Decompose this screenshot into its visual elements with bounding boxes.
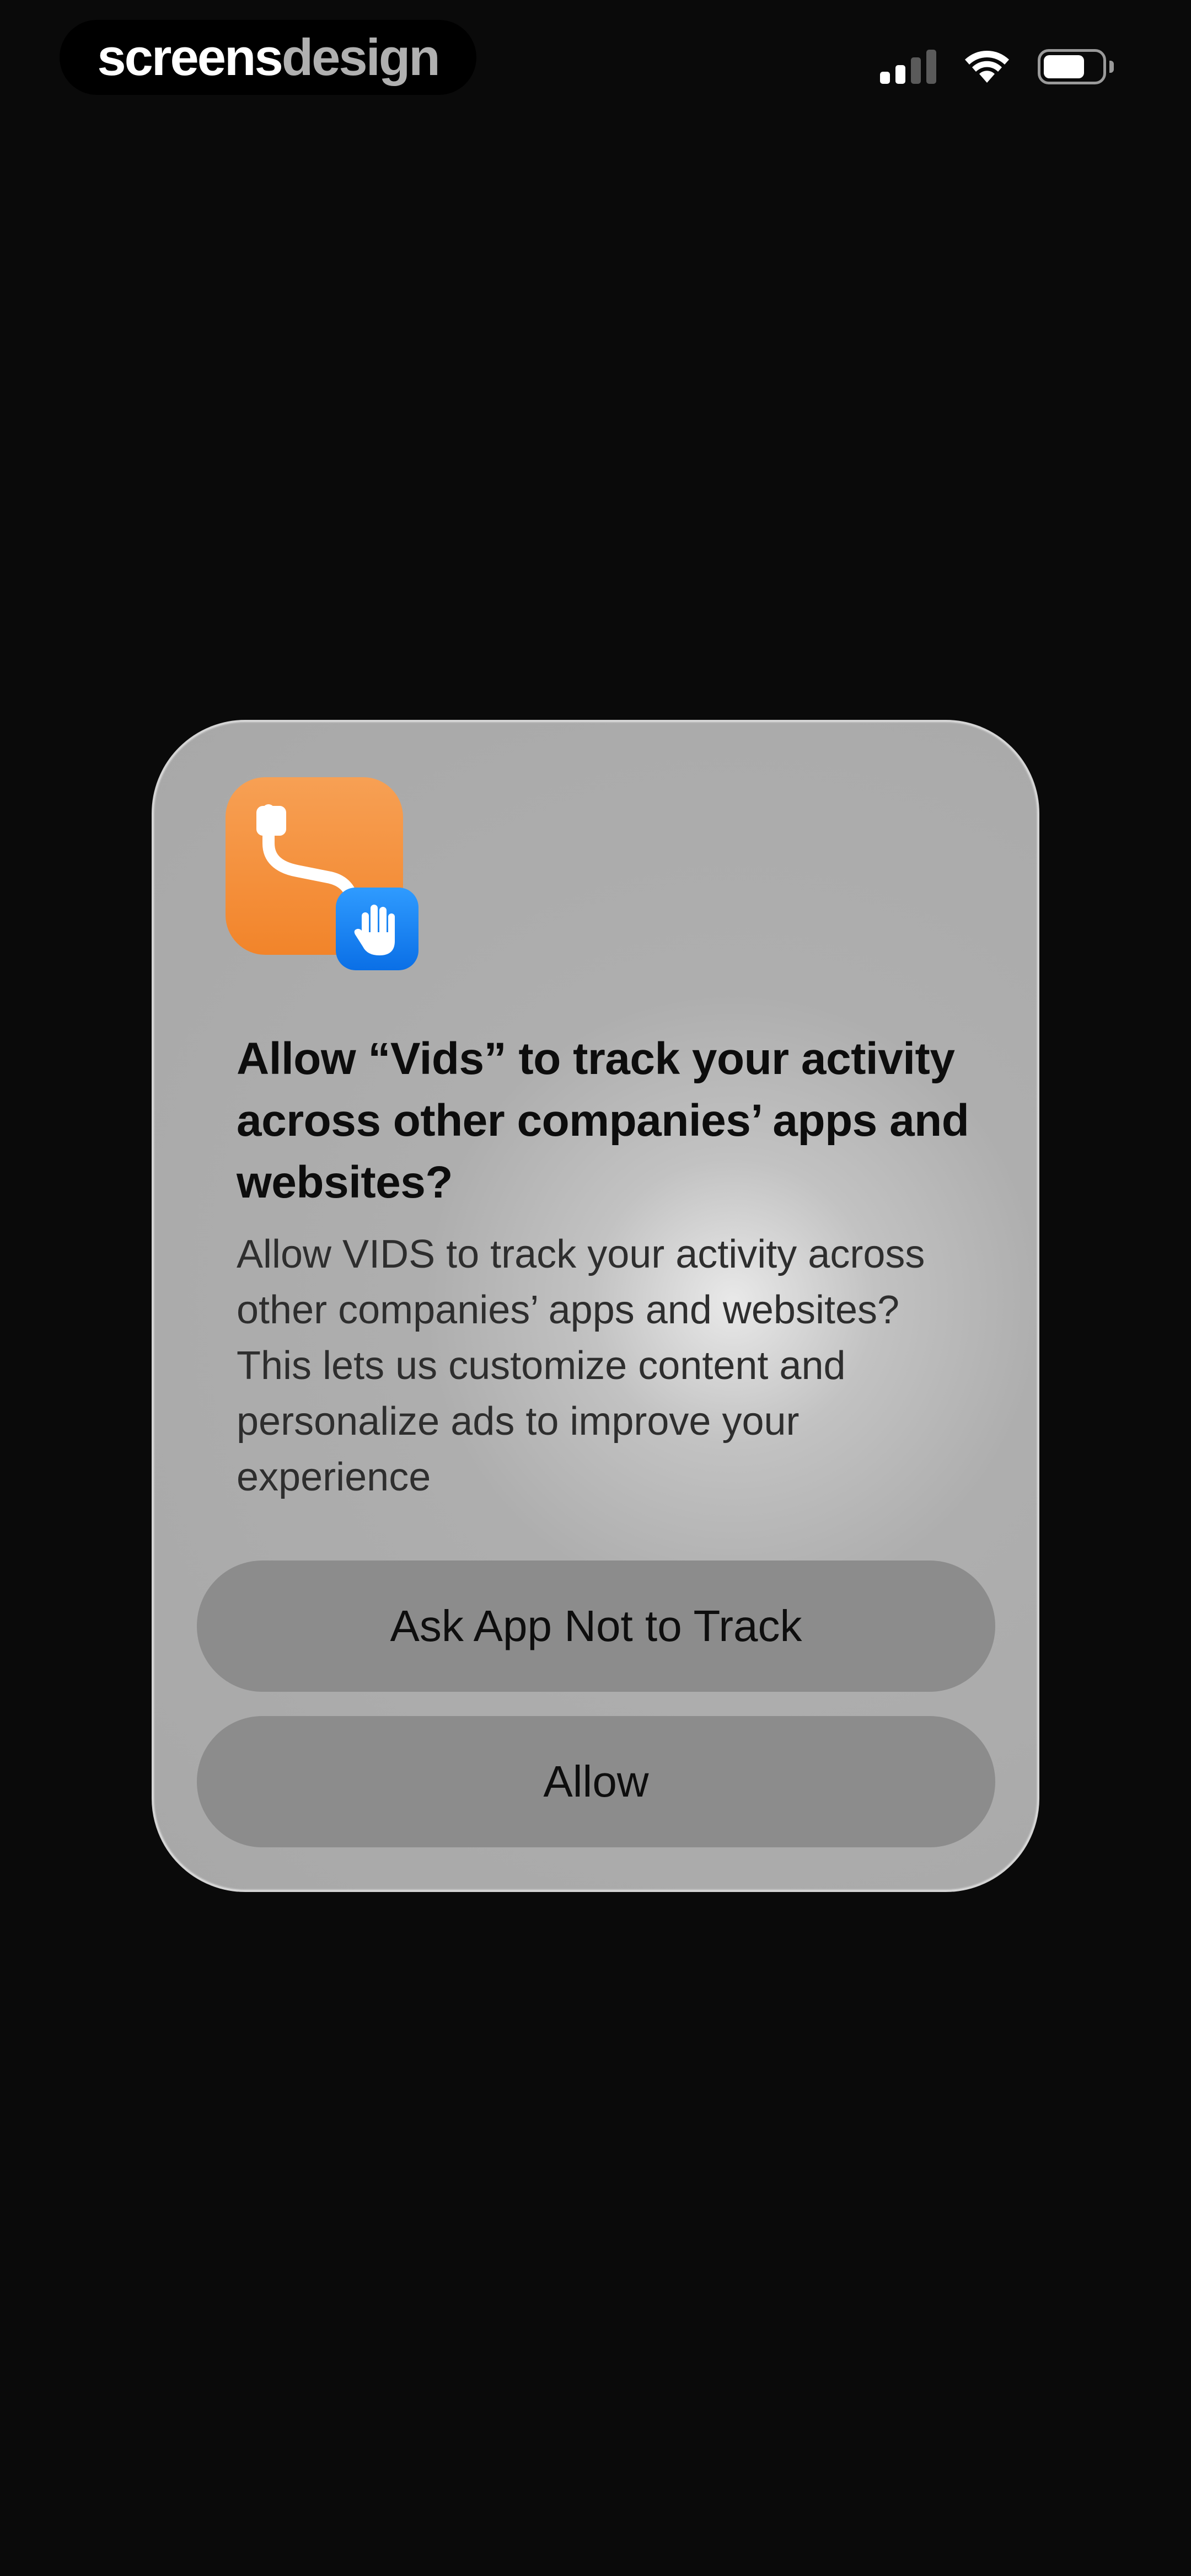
brand-logo-secondary: design — [281, 28, 441, 86]
allow-button[interactable]: Allow — [197, 1716, 995, 1847]
ask-not-to-track-button[interactable]: Ask App Not to Track — [197, 1560, 995, 1692]
battery-icon — [1038, 49, 1114, 84]
dialog-title: Allow “Vids” to track your activity acro… — [237, 1034, 969, 1207]
brand-logo-primary: screens — [97, 28, 283, 86]
tracking-hand-icon — [336, 888, 419, 970]
tracking-permission-dialog: Allow “Vids” to track your activity acro… — [152, 720, 1039, 1892]
status-icons — [880, 49, 1114, 85]
screen: screens design Allow “Vids” to track you… — [0, 0, 1191, 2576]
app-icon-group — [226, 777, 424, 976]
wifi-icon — [965, 51, 1009, 83]
dialog-message: Allow VIDS to track your activity across… — [237, 1232, 925, 1499]
signal-icon — [880, 50, 936, 84]
brand-logo: screens design — [60, 20, 476, 95]
